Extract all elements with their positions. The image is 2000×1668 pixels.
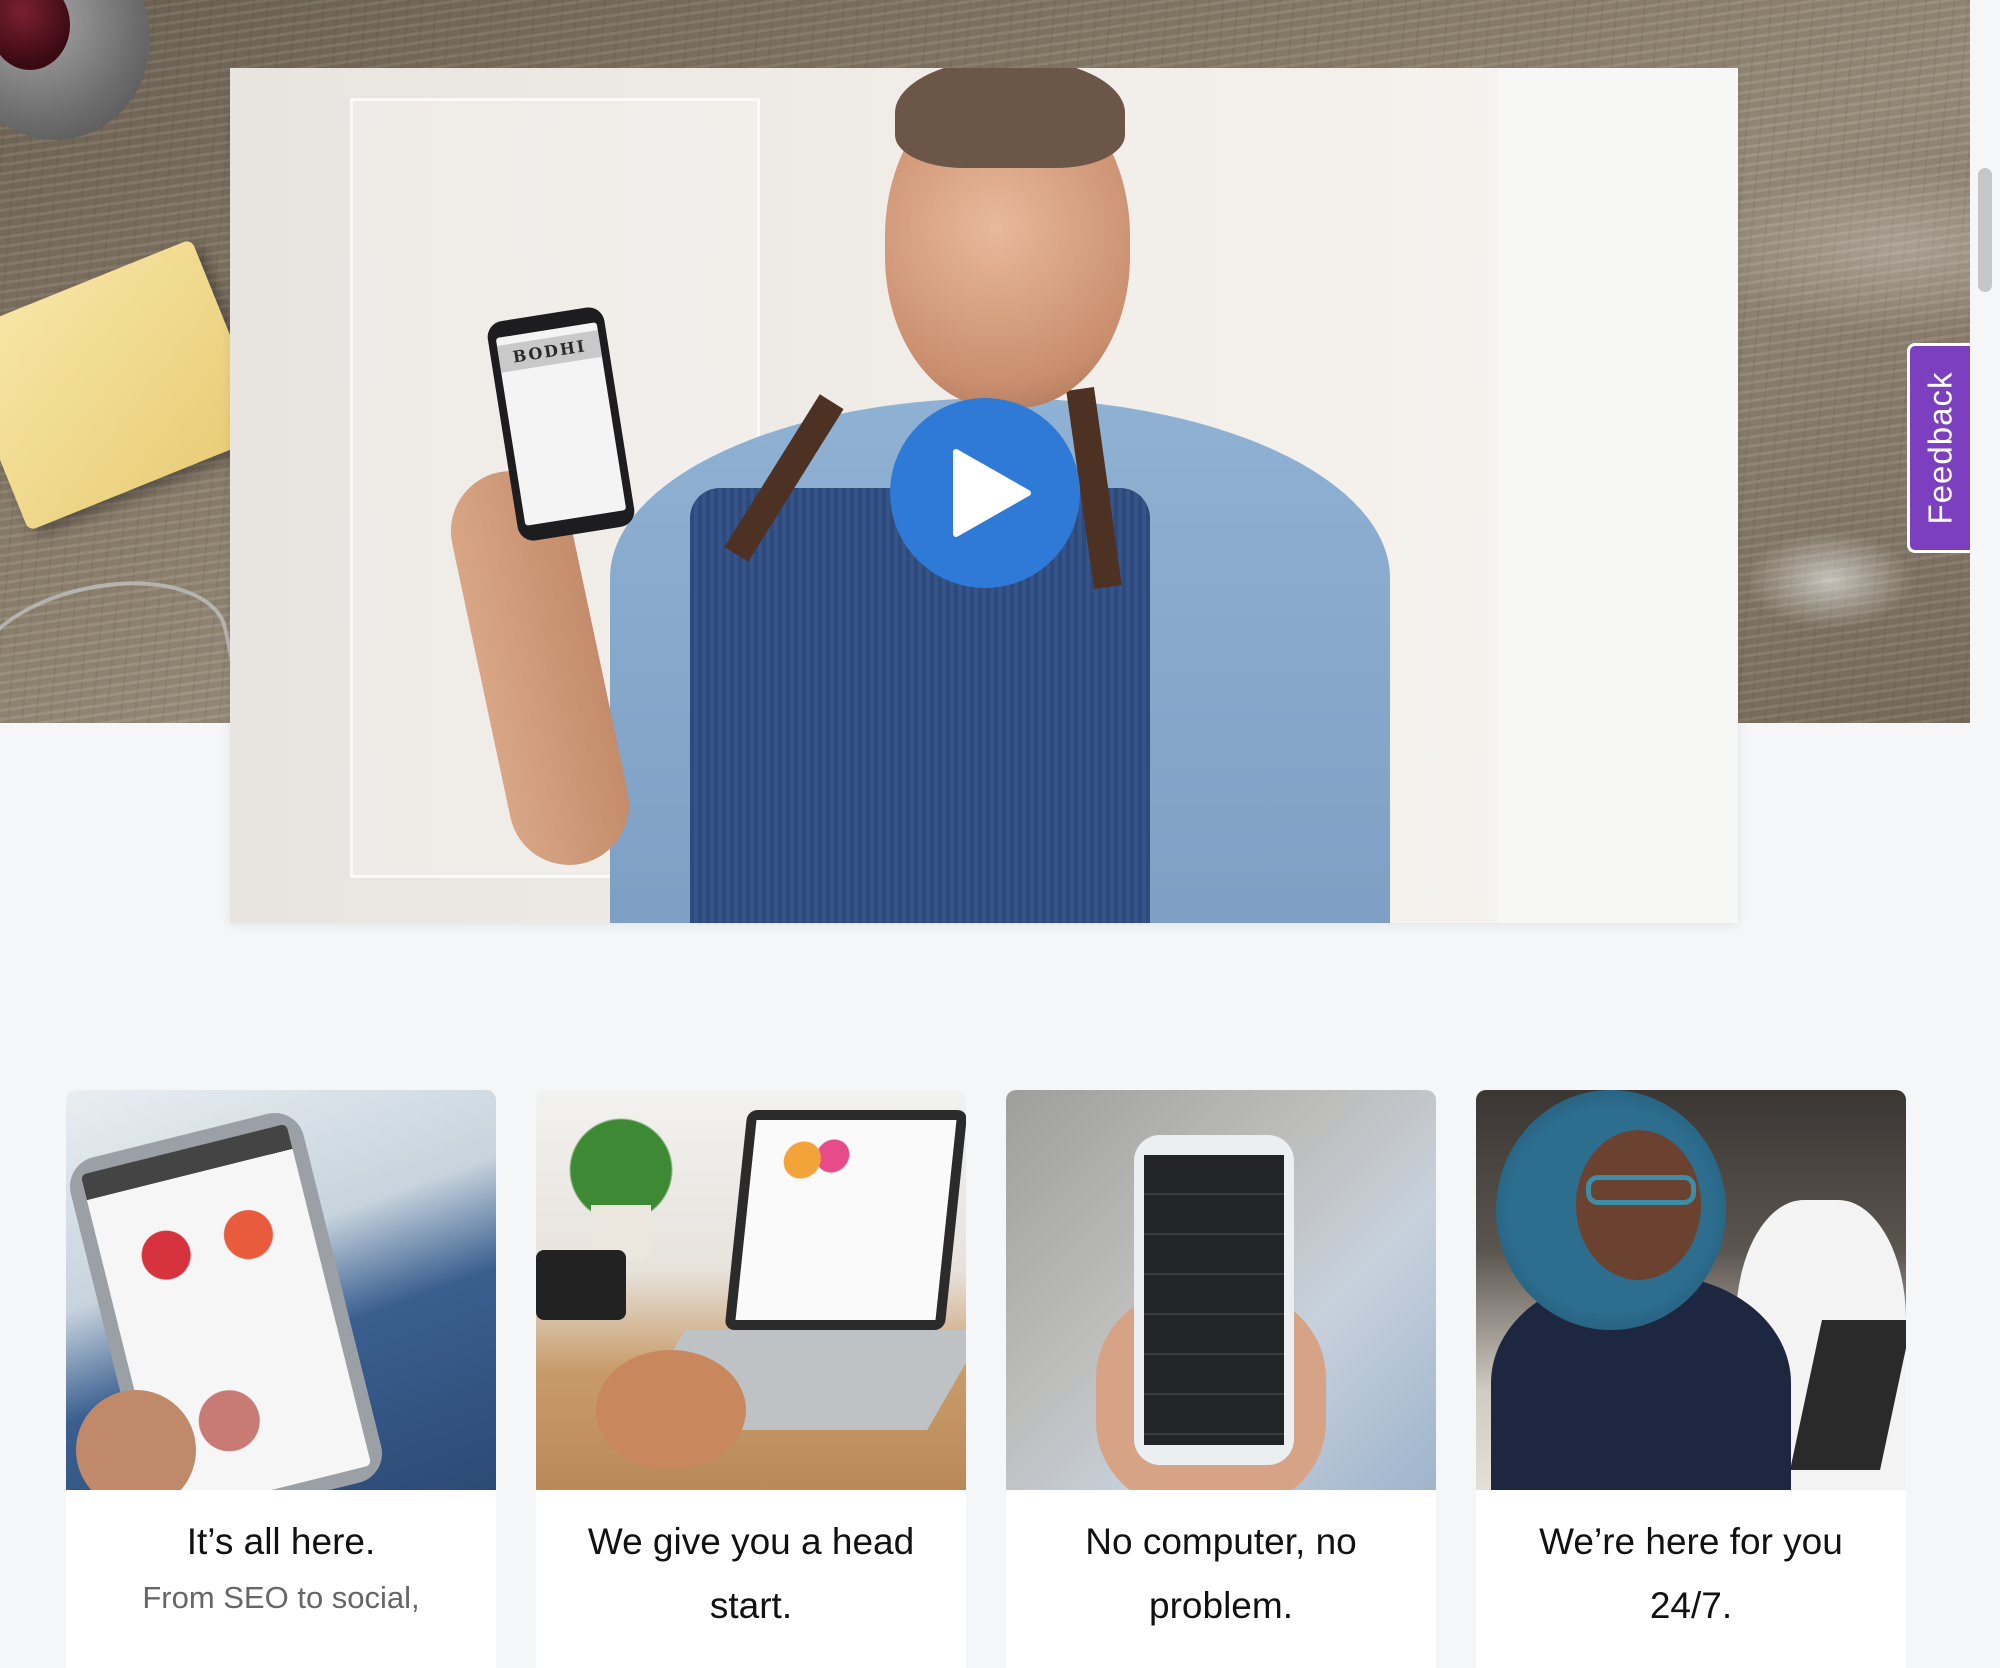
phone-brand-logo: BODHI <box>497 330 602 373</box>
card-subtitle: From SEO to social, <box>142 1580 420 1615</box>
video-player[interactable]: BODHI <box>230 68 1738 923</box>
feedback-label: Feedback <box>1921 371 1959 525</box>
card-title: It’s all here. <box>186 1521 376 1562</box>
card-image <box>66 1090 496 1490</box>
feature-cards: It’s all here. From SEO to social, We gi… <box>66 1090 1906 1668</box>
whisk-image <box>0 559 242 751</box>
video-background-panel <box>1498 68 1738 923</box>
card-image <box>1476 1090 1906 1490</box>
scrollbar-thumb[interactable] <box>1978 168 1992 292</box>
play-icon <box>953 449 1031 537</box>
card-image <box>1006 1090 1436 1490</box>
feature-card[interactable]: We give you a head start. <box>536 1090 966 1668</box>
card-title: We give you a head start. <box>587 1521 915 1626</box>
card-title: No computer, no problem. <box>1085 1521 1357 1626</box>
phone-image <box>1134 1135 1294 1465</box>
bowl-image <box>0 0 150 140</box>
feature-card[interactable]: It’s all here. From SEO to social, <box>66 1090 496 1668</box>
glasses-image <box>1586 1175 1696 1205</box>
card-image <box>536 1090 966 1490</box>
feature-card[interactable]: We’re here for you 24/7. <box>1476 1090 1906 1668</box>
phone-screen: BODHI <box>495 322 627 526</box>
feedback-tab[interactable]: Feedback <box>1907 343 1971 553</box>
chef-hair <box>895 68 1125 168</box>
laptop-image <box>724 1110 966 1330</box>
camera-image <box>536 1250 626 1320</box>
hand-image <box>596 1350 746 1470</box>
face-image <box>1576 1130 1701 1280</box>
feature-card[interactable]: No computer, no problem. <box>1006 1090 1436 1668</box>
card-title: We’re here for you 24/7. <box>1539 1521 1843 1626</box>
play-button[interactable] <box>890 398 1080 588</box>
